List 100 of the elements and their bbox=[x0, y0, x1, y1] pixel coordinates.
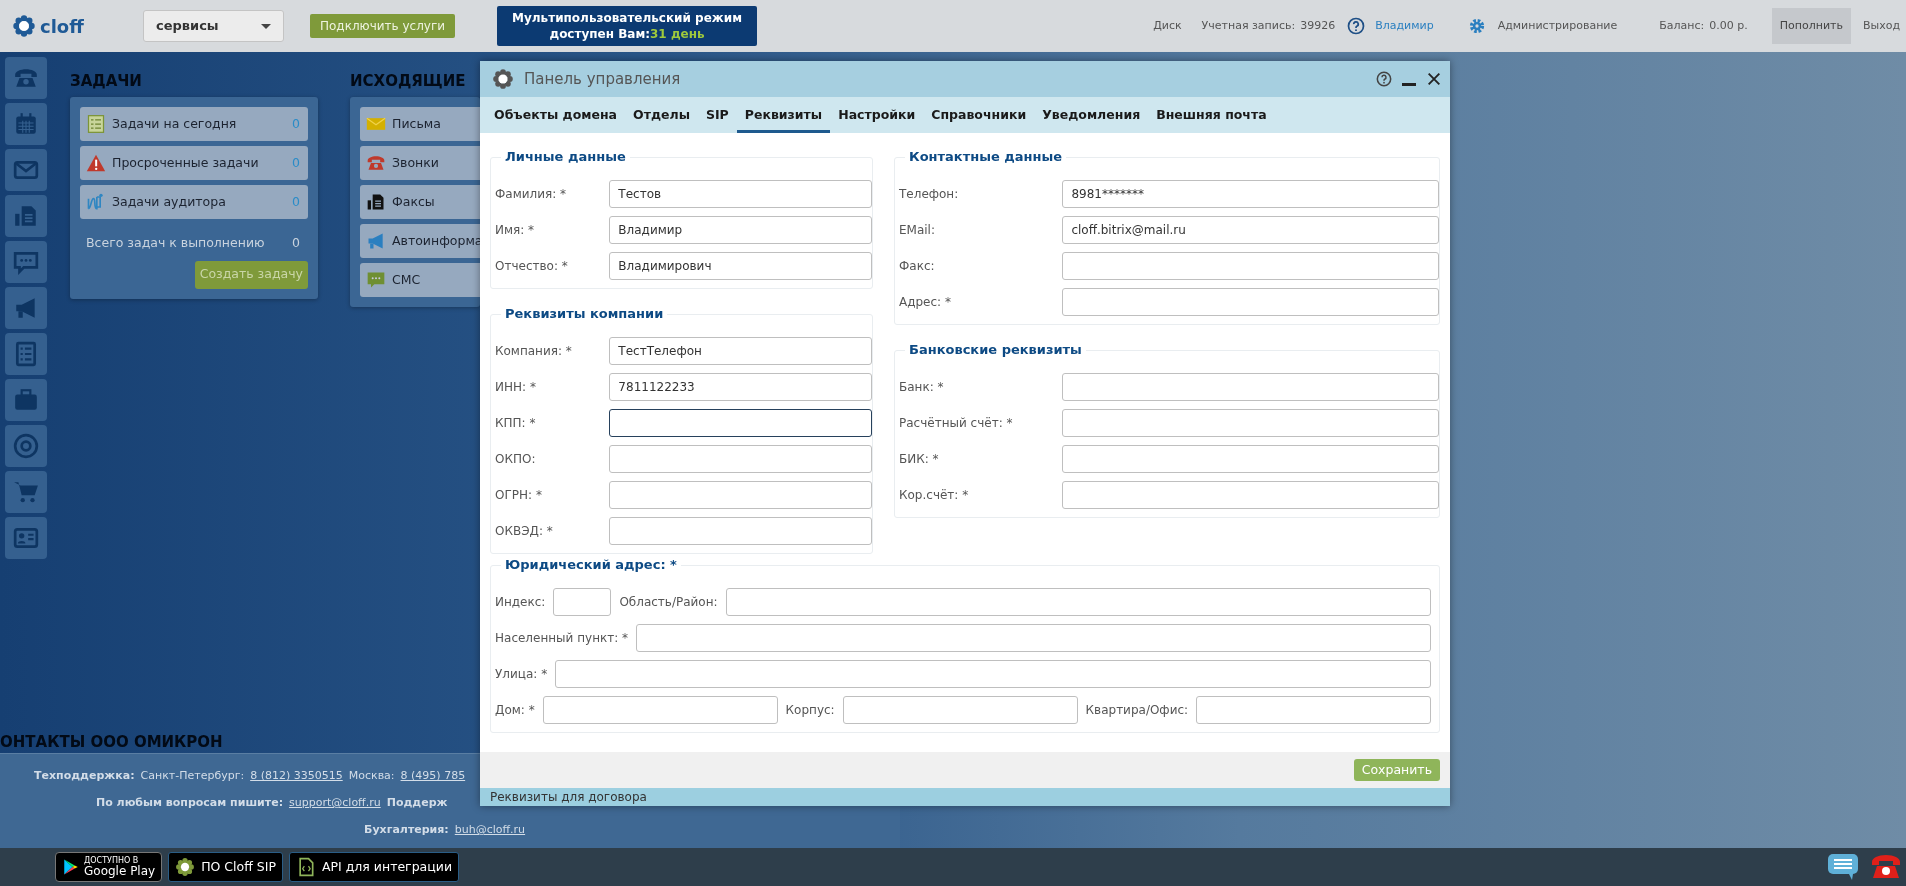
tab[interactable]: Внешняя почта bbox=[1148, 97, 1275, 133]
tab[interactable]: Отделы bbox=[625, 97, 698, 133]
task-item[interactable]: Задачи аудитора 0 bbox=[80, 185, 308, 219]
task-item[interactable]: Просроченные задачи 0 bbox=[80, 146, 308, 180]
field-label: Имя: * bbox=[495, 222, 536, 239]
outgoing-item[interactable]: Письма bbox=[360, 107, 480, 141]
field-label: КПП: * bbox=[495, 415, 537, 432]
input-field[interactable]: 8981******* bbox=[1062, 180, 1439, 208]
total-label: Всего задач к выполнению bbox=[86, 234, 265, 252]
megaphone-icon bbox=[366, 231, 386, 251]
field-label: EMail: bbox=[899, 222, 936, 239]
input-field[interactable] bbox=[1196, 696, 1431, 724]
caret-icon bbox=[261, 23, 271, 29]
section-heading: ЗАДАЧИ bbox=[70, 71, 143, 92]
outgoing-item[interactable]: Звонки bbox=[360, 146, 480, 180]
field-label: Отчество: * bbox=[495, 258, 569, 275]
status-bar: Реквизиты для договора bbox=[480, 788, 1450, 806]
input-field[interactable] bbox=[1062, 409, 1439, 437]
input-field[interactable] bbox=[609, 517, 872, 545]
outgoing-item[interactable]: СМС bbox=[360, 263, 480, 297]
service-select[interactable]: сервисы bbox=[143, 10, 284, 42]
bottom-link-button[interactable]: ПО Cloff SIP bbox=[168, 852, 283, 882]
input-field[interactable] bbox=[609, 481, 872, 509]
input-field[interactable] bbox=[553, 588, 612, 616]
contact-link[interactable]: support@cloff.ru bbox=[289, 795, 381, 812]
briefcase-icon bbox=[13, 387, 39, 413]
field-label: Компания: * bbox=[495, 343, 573, 360]
field-label: Расчётный счёт: * bbox=[899, 415, 1014, 432]
dialog-title: Панель управления bbox=[524, 68, 681, 90]
chat-icon bbox=[13, 249, 39, 275]
field-label: Банк: * bbox=[899, 379, 945, 396]
tab[interactable]: Справочники bbox=[923, 97, 1035, 133]
help-icon bbox=[1376, 71, 1392, 87]
cart-button[interactable] bbox=[5, 471, 47, 513]
input-field[interactable]: cloff.bitrix@mail.ru bbox=[1062, 216, 1439, 244]
input-field[interactable] bbox=[609, 409, 872, 437]
input-field[interactable] bbox=[1062, 252, 1439, 280]
contact-text: Москва: bbox=[348, 768, 395, 785]
phone-button[interactable] bbox=[5, 57, 47, 99]
chat-bubble-icon bbox=[1826, 852, 1860, 882]
outgoing-item[interactable]: Факсы bbox=[360, 185, 480, 219]
bottom-link-button[interactable]: API для интеграции bbox=[288, 852, 460, 882]
disk-link[interactable]: Диск bbox=[1153, 17, 1182, 35]
settings-icon bbox=[1467, 17, 1486, 35]
checklist-icon bbox=[86, 114, 106, 134]
checklist-button[interactable] bbox=[5, 333, 47, 375]
input-field[interactable]: Тестов bbox=[609, 180, 872, 208]
input-field[interactable] bbox=[725, 588, 1431, 616]
google-play-badge[interactable]: ДОСТУПНО В Google Play bbox=[55, 852, 163, 882]
admin-link[interactable]: Администрирование bbox=[1497, 17, 1618, 35]
tab[interactable]: Реквизиты bbox=[736, 97, 831, 133]
field-label: Телефон: bbox=[899, 186, 960, 203]
close-icon bbox=[1426, 71, 1442, 87]
contact-text: Санкт-Петербург: bbox=[140, 768, 245, 785]
briefcase-button[interactable] bbox=[5, 379, 47, 421]
input-field[interactable] bbox=[1062, 445, 1439, 473]
logo-icon bbox=[12, 14, 36, 38]
app-logo-icon bbox=[175, 857, 196, 877]
contact-link[interactable]: buh@cloff.ru bbox=[454, 822, 526, 839]
account-number: 39926 bbox=[1300, 17, 1336, 34]
input-field[interactable] bbox=[636, 624, 1431, 652]
field-label: Дом: * bbox=[495, 702, 535, 719]
input-field[interactable] bbox=[542, 696, 778, 724]
contact-label: Техподдержка: bbox=[34, 768, 135, 785]
input-field[interactable]: Владимирович bbox=[609, 252, 872, 280]
phone-icon bbox=[366, 153, 386, 173]
chat-button[interactable] bbox=[5, 241, 47, 283]
contact-link[interactable]: 8 (812) 3350515 bbox=[250, 768, 343, 785]
fax-button[interactable] bbox=[5, 195, 47, 237]
input-field[interactable] bbox=[842, 696, 1078, 724]
megaphone-button[interactable] bbox=[5, 287, 47, 329]
task-item[interactable]: Задачи на сегодня 0 bbox=[80, 107, 308, 141]
contact-label: Бухгалтерия: bbox=[364, 822, 449, 839]
input-field[interactable] bbox=[555, 660, 1431, 688]
input-field[interactable]: 7811122233 bbox=[609, 373, 872, 401]
contact-card-icon bbox=[13, 525, 39, 551]
checklist-icon bbox=[13, 341, 39, 367]
tab[interactable]: Настройки bbox=[830, 97, 924, 133]
input-field[interactable]: Владимир bbox=[609, 216, 872, 244]
input-field[interactable]: ТестТелефон bbox=[609, 337, 872, 365]
tab[interactable]: Уведомления bbox=[1034, 97, 1149, 133]
input-field[interactable] bbox=[609, 445, 872, 473]
logout-link[interactable]: Выход bbox=[1862, 17, 1900, 35]
top-up-button[interactable]: Пополнить bbox=[1771, 8, 1851, 44]
total-count: 0 bbox=[292, 234, 300, 252]
tab[interactable]: SIP bbox=[697, 97, 737, 133]
input-field[interactable] bbox=[1062, 288, 1439, 316]
tab[interactable]: Объекты домена bbox=[486, 97, 626, 133]
contact-card-button[interactable] bbox=[5, 517, 47, 559]
app-logo-icon bbox=[492, 68, 514, 90]
input-field[interactable] bbox=[1062, 481, 1439, 509]
envelope-button[interactable] bbox=[5, 149, 47, 191]
calendar-button[interactable] bbox=[5, 103, 47, 145]
field-label: Индекс: bbox=[495, 594, 546, 611]
outgoing-item[interactable]: Автоинформа bbox=[360, 224, 480, 258]
input-field[interactable] bbox=[1062, 373, 1439, 401]
field-label: Корпус: bbox=[785, 702, 835, 719]
disc-button[interactable] bbox=[5, 425, 47, 467]
contact-link[interactable]: 8 (495) 785 bbox=[400, 768, 466, 785]
disc-icon bbox=[13, 433, 39, 459]
